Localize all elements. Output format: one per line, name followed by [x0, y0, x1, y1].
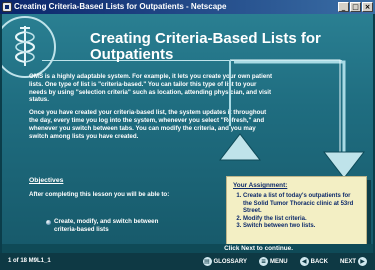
close-button[interactable]: ×: [362, 2, 373, 12]
assignment-item: Create a list of today's outpatients for…: [243, 193, 360, 215]
objective-text: Create, modify, and switch between crite…: [54, 218, 159, 233]
assignment-list: Create a list of today's outpatients for…: [233, 193, 360, 230]
footer-bar: 1 of 18 M9L1_1 ▤ GLOSSARY ≡ MENU ◀ BACK …: [0, 253, 375, 270]
book-icon: ▤: [202, 257, 212, 266]
next-button[interactable]: NEXT ▶: [340, 256, 367, 267]
browser-app-icon[interactable]: [2, 2, 12, 12]
assignment-item: Switch between two lists.: [243, 223, 360, 230]
caduceus-logo-icon: [8, 24, 42, 68]
decorative-arrow: [218, 59, 366, 179]
objectives-intro: After completing this lesson you will be…: [29, 191, 170, 198]
menu-label: MENU: [269, 258, 288, 265]
menu-icon: ≡: [258, 257, 268, 266]
window-title: Creating Criteria-Based Lists for Outpat…: [14, 2, 227, 11]
next-label: NEXT: [339, 258, 356, 265]
assignment-box: Your Assignment: Create a list of today'…: [226, 176, 367, 246]
next-arrow-icon: ▶: [358, 257, 367, 266]
window-controls: _ □ ×: [338, 2, 373, 12]
footer-nav: ▤ GLOSSARY ≡ MENU ◀ BACK NEXT ▶: [202, 256, 367, 267]
back-label: BACK: [310, 258, 328, 265]
assignment-item: Modify the list criteria.: [243, 216, 360, 223]
window-titlebar: Creating Criteria-Based Lists for Outpat…: [0, 0, 375, 14]
lesson-panel: Creating Criteria-Based Lists for Outpat…: [2, 14, 373, 246]
back-button[interactable]: ◀ BACK: [299, 256, 328, 267]
objective-item: Create, modify, and switch between crite…: [44, 218, 164, 234]
continue-instruction: Click Next to continue.: [2, 244, 373, 253]
glossary-label: GLOSSARY: [213, 258, 247, 265]
objectives-heading: Objectives: [29, 177, 64, 184]
maximize-button[interactable]: □: [350, 2, 361, 12]
menu-button[interactable]: ≡ MENU: [258, 256, 288, 267]
assignment-title: Your Assignment:: [233, 182, 288, 189]
back-arrow-icon: ◀: [299, 257, 309, 266]
glossary-button[interactable]: ▤ GLOSSARY: [202, 256, 247, 267]
page-indicator: 1 of 18 M9L1_1: [8, 258, 51, 264]
minimize-button[interactable]: _: [338, 2, 349, 12]
